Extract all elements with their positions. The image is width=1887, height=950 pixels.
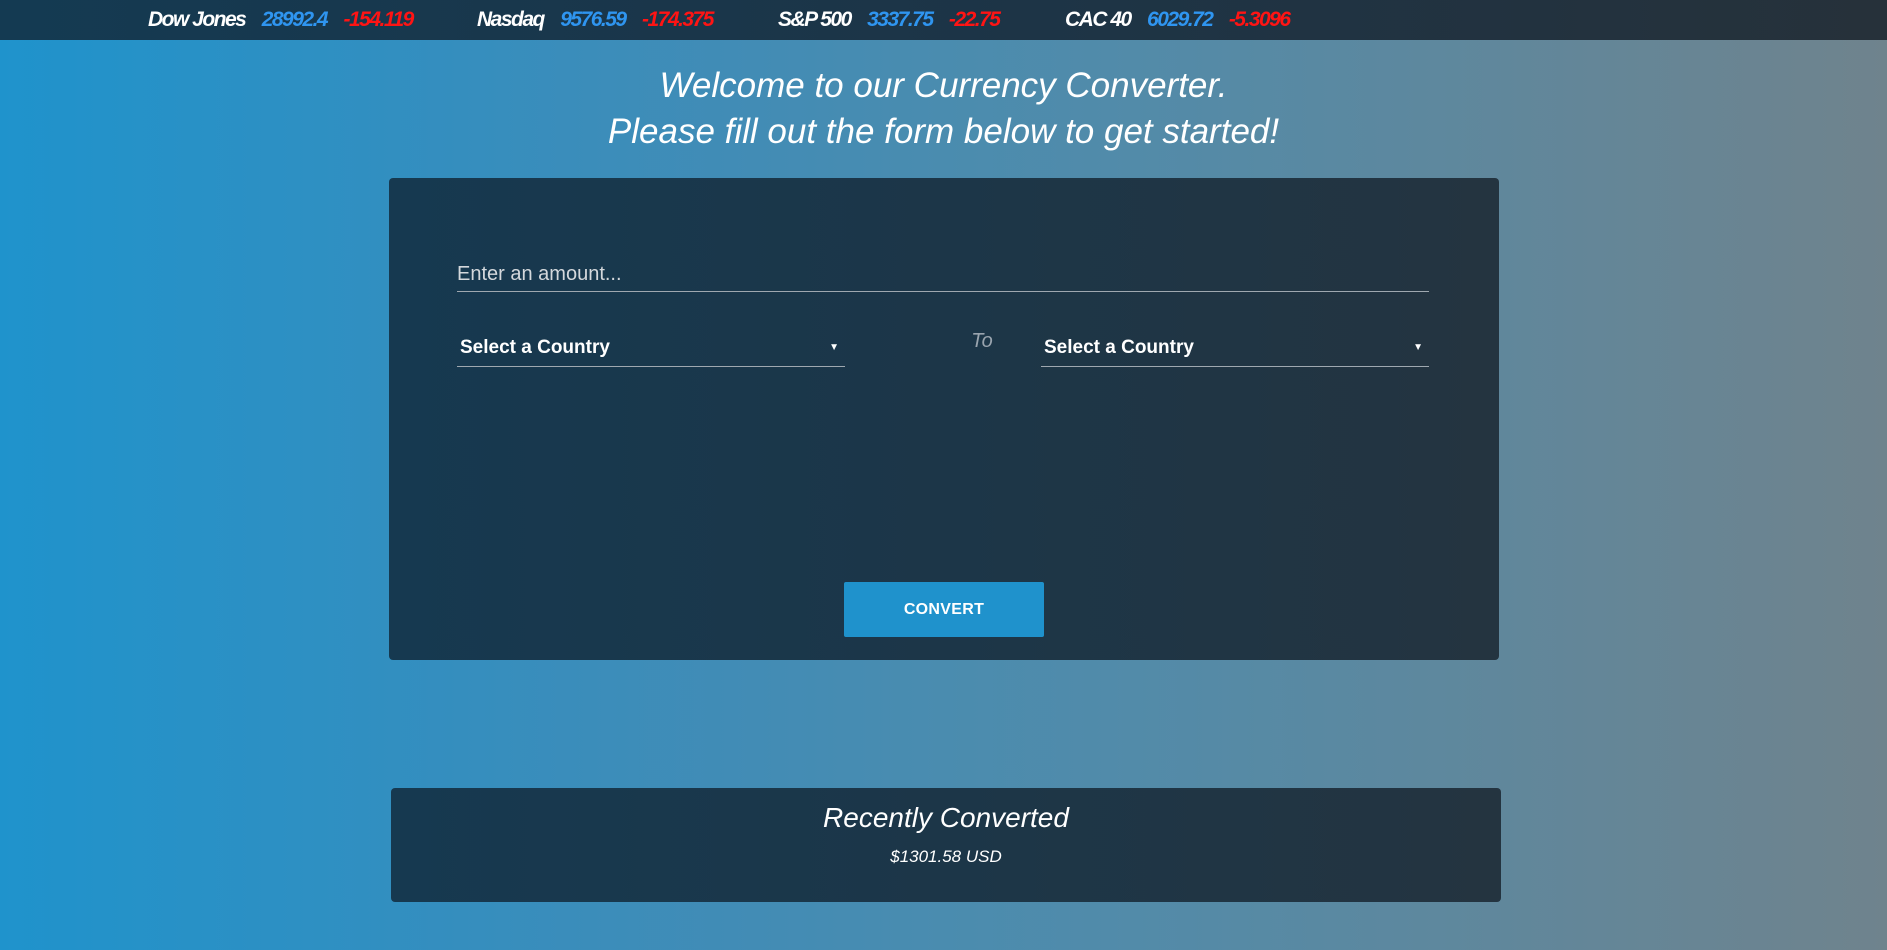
- ticker-item-nasdaq: Nasdaq 9576.59 -174.375: [477, 5, 714, 35]
- converter-panel: Select a Country ▼ To Select a Country ▼…: [389, 178, 1499, 660]
- caret-down-icon: ▼: [1413, 342, 1423, 353]
- ticker-change: -154.119: [343, 8, 414, 31]
- to-label: To: [971, 330, 993, 352]
- ticker-value: 3337.75: [867, 8, 934, 31]
- ticker-name: Nasdaq: [477, 8, 545, 31]
- recently-converted-value: $1301.58 USD: [890, 847, 1002, 866]
- recently-converted-title: Recently Converted: [823, 802, 1069, 833]
- to-country-select[interactable]: Select a Country ▼: [1041, 333, 1429, 367]
- caret-down-icon: ▼: [829, 342, 839, 353]
- ticker-change: -5.3096: [1228, 8, 1291, 31]
- from-country-select[interactable]: Select a Country ▼: [457, 333, 845, 367]
- ticker-item-sp500: S&P 500 3337.75 -22.75: [778, 5, 1001, 35]
- ticker-name: Dow Jones: [148, 8, 247, 31]
- ticker-name: S&P 500: [778, 8, 852, 31]
- from-country-label: Select a Country: [460, 337, 610, 358]
- ticker-value: 9576.59: [560, 8, 627, 31]
- instructions-line: Please fill out the form below to get st…: [607, 112, 1280, 151]
- recently-converted-panel: Recently Converted $1301.58 USD: [391, 788, 1501, 902]
- welcome-line: Welcome to our Currency Converter.: [659, 66, 1228, 105]
- amount-input[interactable]: [457, 258, 1429, 292]
- ticker-name: CAC 40: [1065, 8, 1132, 31]
- to-country-label: Select a Country: [1044, 337, 1194, 358]
- ticker-item-cac40: CAC 40 6029.72 -5.3096: [1065, 5, 1291, 35]
- stock-ticker: Dow Jones 28992.4 -154.119 Nasdaq 9576.5…: [0, 0, 1887, 40]
- page-heading: Welcome to our Currency Converter. Pleas…: [0, 63, 1887, 155]
- ticker-change: -22.75: [948, 8, 1001, 31]
- ticker-item-dow-jones: Dow Jones 28992.4 -154.119: [148, 5, 414, 35]
- convert-button[interactable]: CONVERT: [844, 582, 1044, 637]
- ticker-value: 6029.72: [1147, 8, 1214, 31]
- ticker-change: -174.375: [641, 8, 714, 31]
- ticker-value: 28992.4: [261, 8, 329, 31]
